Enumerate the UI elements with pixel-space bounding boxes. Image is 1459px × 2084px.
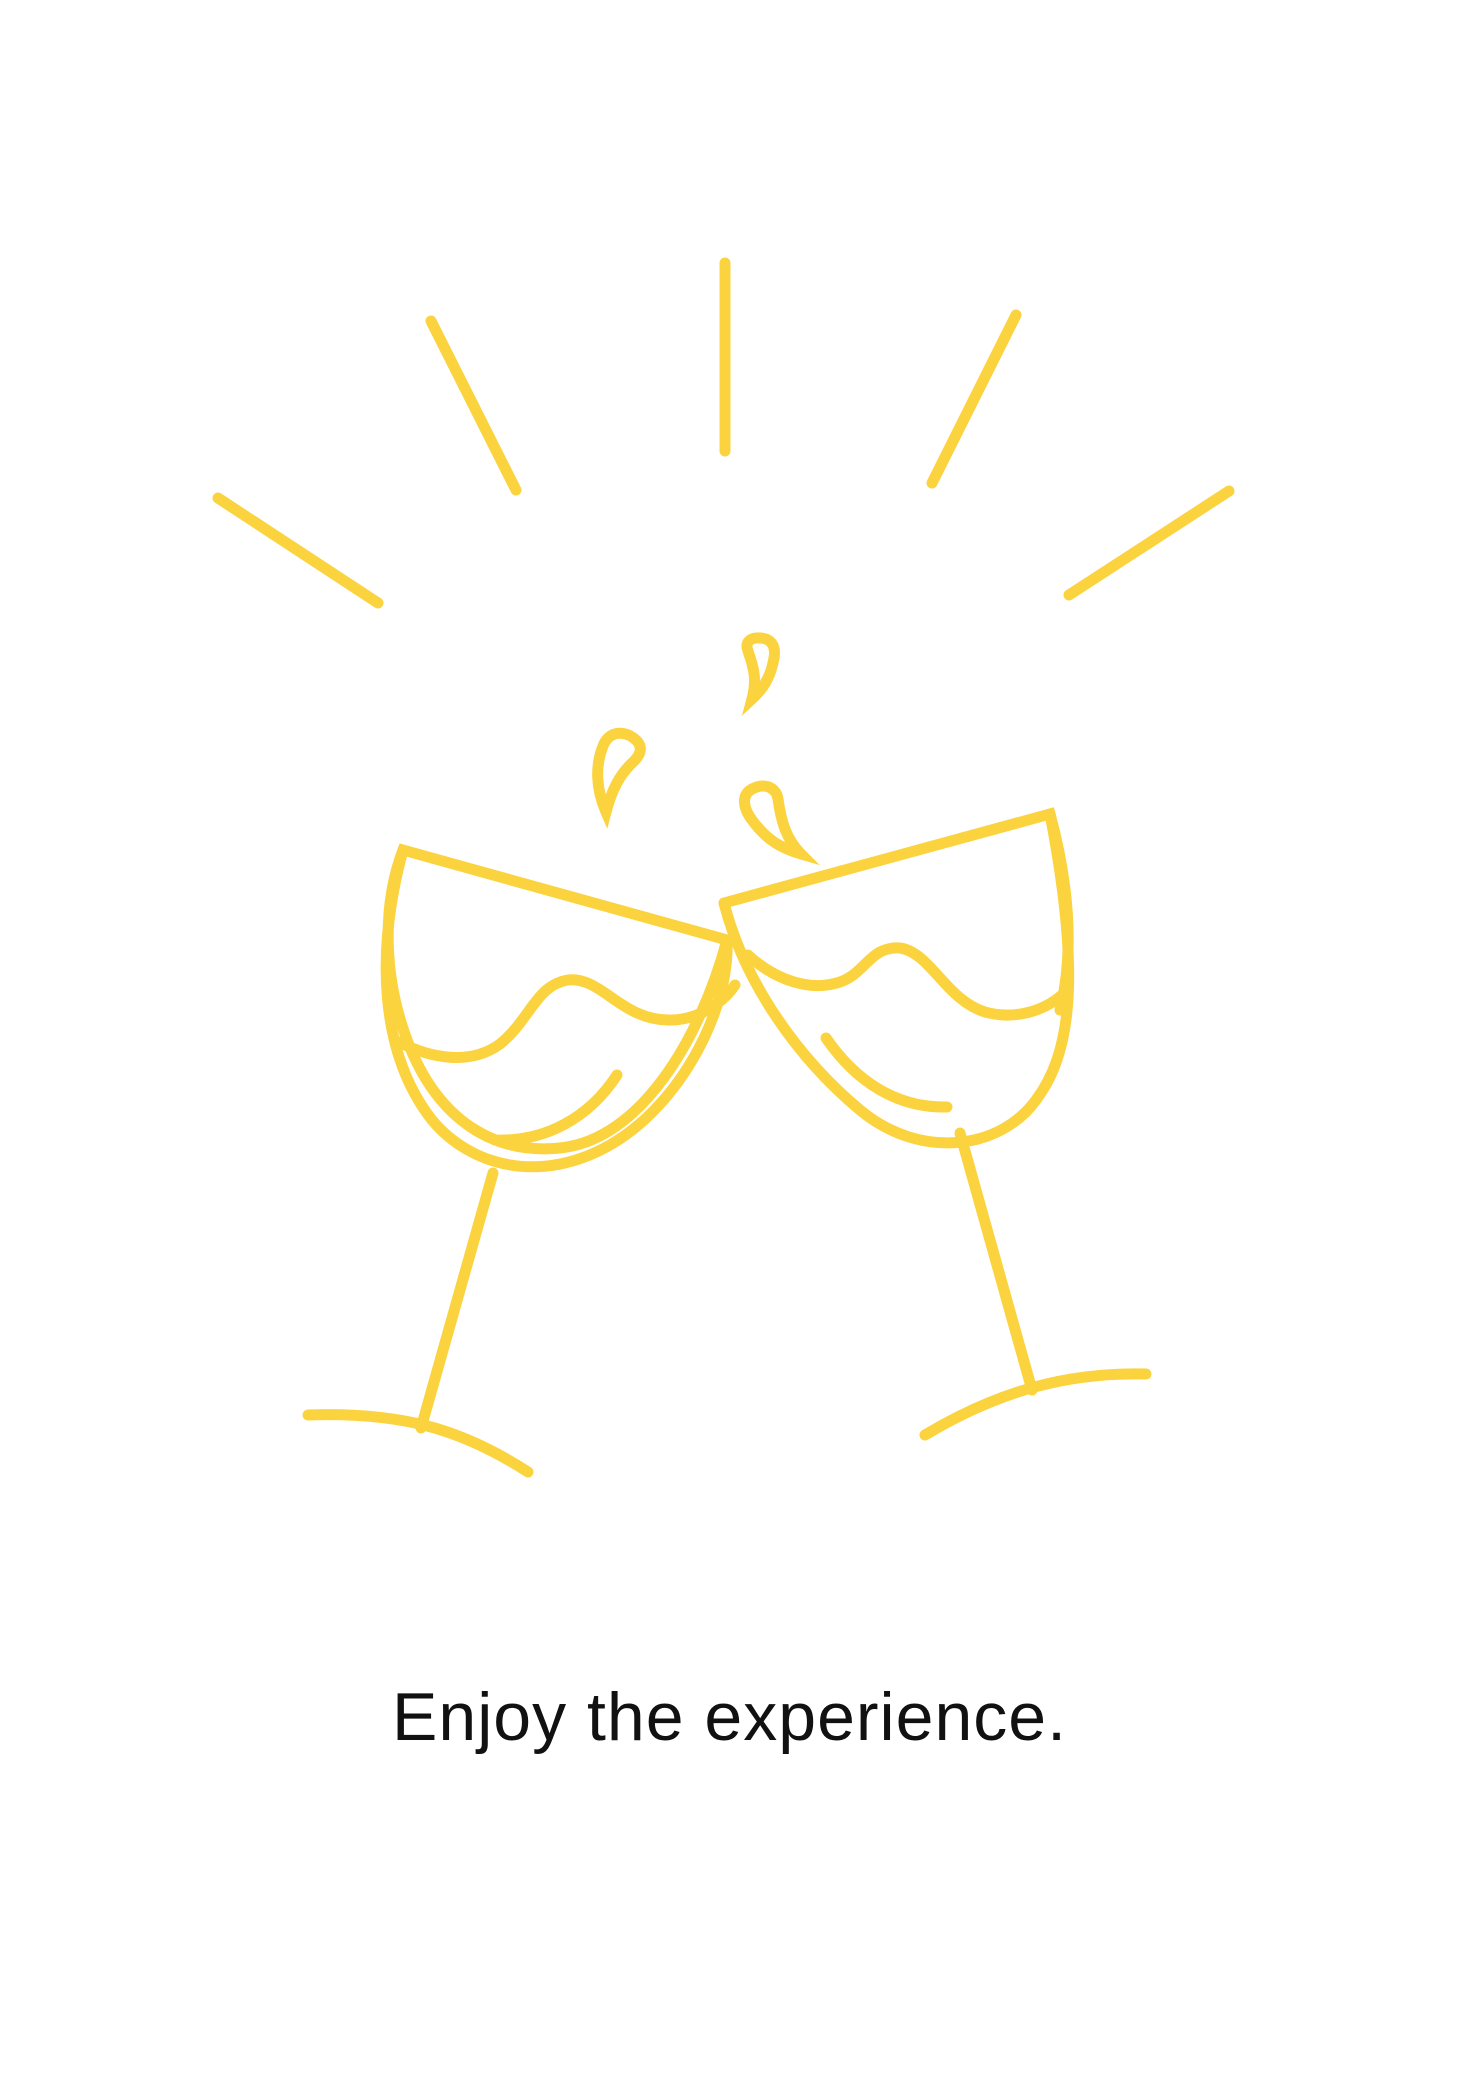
droplet-top: [741, 632, 780, 716]
splash-droplets: [592, 632, 820, 866]
left-glass-stem: [415, 1167, 499, 1434]
droplet-left: [592, 727, 646, 829]
ray-right: [926, 309, 1022, 489]
ray-far-right: [1063, 485, 1235, 601]
right-glass-wine-wave: [742, 942, 1068, 1021]
droplet-right: [739, 780, 820, 866]
right-glass-stem: [954, 1127, 1038, 1396]
left-glass-bowl: [382, 843, 734, 1155]
left-glass: [302, 843, 741, 1478]
left-glass-shine: [489, 1069, 623, 1146]
caption-text: Enjoy the experience.: [392, 1679, 1067, 1755]
right-glass-base: [919, 1368, 1152, 1441]
sparkle-rays: [212, 257, 1235, 609]
toasting-glasses-icon: [212, 257, 1235, 1478]
ray-far-left: [212, 492, 384, 609]
right-glass: [718, 807, 1152, 1441]
ray-left: [425, 315, 522, 496]
left-glass-base: [302, 1409, 534, 1478]
page: Enjoy the experience.: [0, 0, 1459, 2084]
